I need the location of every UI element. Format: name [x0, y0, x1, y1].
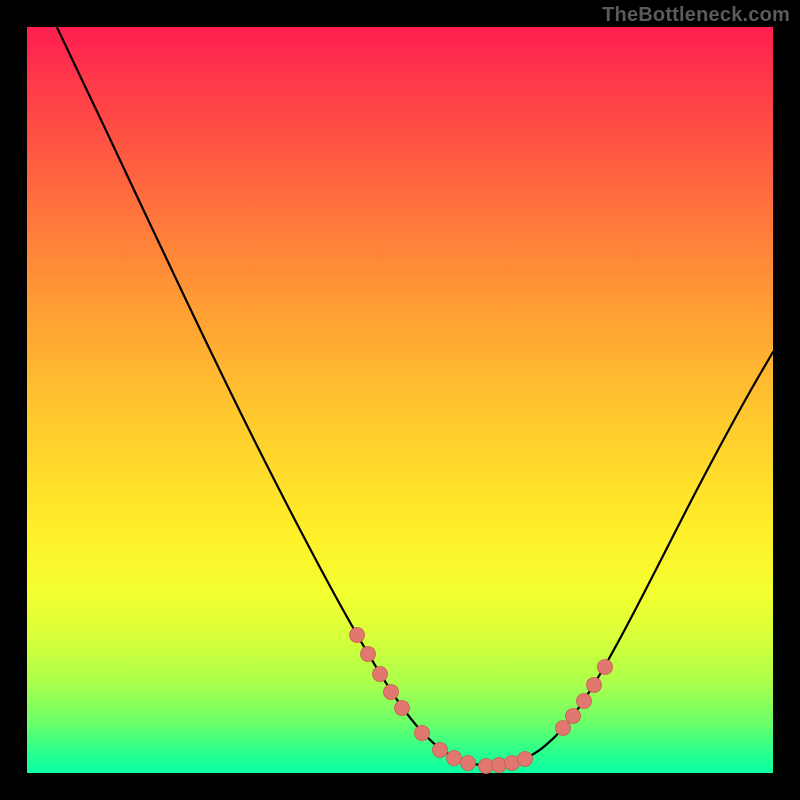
- chart-area: [27, 27, 773, 773]
- bottleneck-curve: [53, 19, 773, 766]
- curve-marker-dot: [461, 756, 476, 771]
- curve-marker-dot: [518, 752, 533, 767]
- curve-marker-dot: [361, 647, 376, 662]
- curve-marker-dot: [492, 758, 507, 773]
- curve-marker-dot: [384, 685, 399, 700]
- curve-marker-dot: [598, 660, 613, 675]
- curve-marker-dot: [433, 743, 448, 758]
- curve-markers: [350, 628, 613, 774]
- curve-marker-dot: [415, 726, 430, 741]
- curve-marker-dot: [350, 628, 365, 643]
- bottleneck-plot: [27, 27, 773, 773]
- curve-marker-dot: [566, 709, 581, 724]
- curve-marker-dot: [395, 701, 410, 716]
- watermark-label: TheBottleneck.com: [602, 4, 790, 27]
- curve-marker-dot: [577, 694, 592, 709]
- curve-marker-dot: [556, 721, 571, 736]
- curve-marker-dot: [373, 667, 388, 682]
- curve-marker-dot: [447, 751, 462, 766]
- curve-marker-dot: [587, 678, 602, 693]
